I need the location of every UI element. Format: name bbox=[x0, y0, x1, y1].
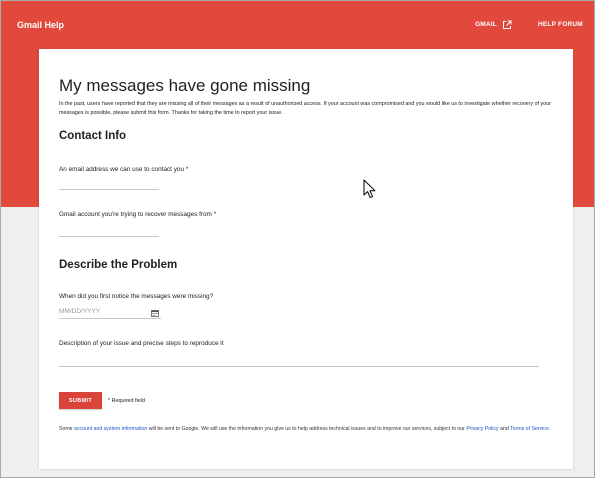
describe-problem-heading: Describe the Problem bbox=[59, 259, 178, 271]
account-field[interactable] bbox=[59, 223, 159, 237]
date-field[interactable] bbox=[59, 305, 161, 319]
footer-text-3: and bbox=[498, 426, 511, 432]
external-link-icon[interactable] bbox=[502, 20, 512, 30]
gmail-link[interactable]: GMAIL bbox=[475, 21, 497, 28]
footer-text: Some account and system information will… bbox=[59, 425, 559, 434]
privacy-policy-link[interactable]: Privacy Policy bbox=[466, 426, 498, 432]
email-label: An email address we can use to contact y… bbox=[59, 166, 189, 173]
date-label: When did you first notice the messages w… bbox=[59, 293, 214, 300]
submit-button[interactable]: SUBMIT bbox=[59, 392, 102, 409]
calendar-icon[interactable] bbox=[151, 309, 159, 317]
terms-of-service-link[interactable]: Terms of Service bbox=[510, 426, 549, 432]
account-label: Gmail account you're trying to recover m… bbox=[59, 211, 217, 218]
browser-window: Gmail Help GMAIL HELP FORUM My messages … bbox=[0, 0, 595, 478]
mouse-cursor-icon bbox=[363, 179, 376, 199]
help-forum-link[interactable]: HELP FORUM bbox=[538, 21, 583, 28]
account-info-link[interactable]: account and system information bbox=[74, 426, 147, 432]
footer-text-4: . bbox=[548, 426, 551, 432]
intro-text: In the past, users have reported that th… bbox=[59, 101, 551, 116]
required-note: * Required field bbox=[108, 398, 145, 404]
description-field[interactable] bbox=[59, 353, 539, 367]
footer-text-2: will be sent to Google. We will use the … bbox=[147, 426, 467, 432]
contact-info-heading: Contact Info bbox=[59, 130, 127, 142]
footer-text-1: Some bbox=[59, 426, 74, 432]
page-title: My messages have gone missing bbox=[59, 76, 311, 95]
top-bar: Gmail Help GMAIL HELP FORUM bbox=[1, 1, 594, 49]
brand-title[interactable]: Gmail Help bbox=[17, 20, 64, 30]
form-card: My messages have gone missing In the pas… bbox=[39, 49, 573, 469]
description-label: Description of your issue and precise st… bbox=[59, 340, 224, 347]
email-field[interactable] bbox=[59, 176, 159, 190]
